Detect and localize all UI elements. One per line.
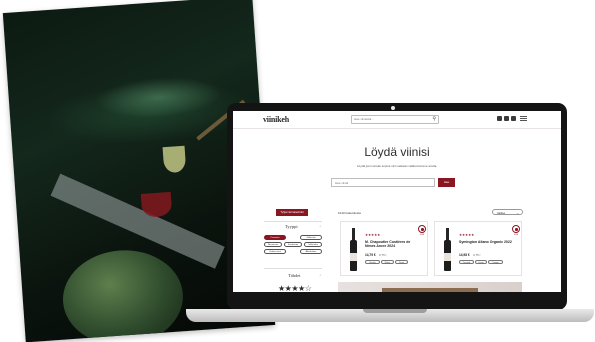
new-badge-icon xyxy=(512,225,520,233)
laptop-base-notch xyxy=(363,309,427,313)
type-filter-title: Tyyppi xyxy=(285,224,298,229)
chevron-down-icon: ⌄ xyxy=(516,211,519,215)
site-logo[interactable]: viinikeh xyxy=(263,115,289,124)
badge-label: UUSI xyxy=(513,234,519,236)
sort-select-label: Valitse xyxy=(497,211,506,215)
wine-bottle-image xyxy=(444,228,451,271)
linkedin-icon[interactable] xyxy=(511,116,516,121)
banner-photo-strip xyxy=(382,288,478,292)
new-badge-icon xyxy=(418,225,426,233)
white-wine-glass-shape xyxy=(162,145,187,174)
wine-bottle-image xyxy=(350,228,357,271)
filter-divider xyxy=(264,268,322,269)
product-price: 14,79 € xyxy=(365,253,376,257)
product-stars: ★★★★★ xyxy=(365,233,381,237)
filter-divider xyxy=(264,221,322,222)
product-tag[interactable]: Portugali xyxy=(459,259,474,264)
search-icon[interactable]: ⚲ xyxy=(432,116,436,123)
chevron-up-icon[interactable]: ⌃ xyxy=(319,274,322,278)
product-tag[interactable]: Syrah xyxy=(395,259,408,264)
product-volume: 0,75 l xyxy=(473,253,481,257)
red-wine-glass-shape xyxy=(140,191,173,218)
type-chip-roseeviini[interactable]: Roseeviini xyxy=(264,242,282,247)
product-card[interactable]: UUSI ★★★★★ M. Chapoutier Costières de Nî… xyxy=(340,221,428,276)
laptop-screen: viinikeh Hae viineistä... ⚲ Löydä viinis… xyxy=(233,111,561,292)
wine-search-input[interactable]: Hae viiniä xyxy=(331,178,435,187)
wine-search-placeholder: Hae viiniä xyxy=(335,181,349,185)
product-price: 14,98 € xyxy=(459,253,470,257)
page-subtitle: Löydä juuri sinulle sopiva viini selkeän… xyxy=(356,164,438,168)
rating-filter-title: Tähdet xyxy=(288,273,301,278)
clear-filters-button[interactable]: Tyhjennä hakuehdot xyxy=(276,209,308,216)
product-tag[interactable]: Douro xyxy=(475,259,487,264)
header-search-input[interactable]: Hae viineistä... ⚲ xyxy=(351,115,439,124)
product-tag[interactable]: Ranska xyxy=(365,259,380,264)
type-chip-vakeva-viini[interactable]: Väkevä viini xyxy=(264,249,286,254)
type-chip-alkoholiton[interactable]: Alkoholiton xyxy=(300,249,322,254)
product-tag[interactable]: Touriga xyxy=(488,259,503,264)
type-chip-valkoviini[interactable]: Valkoviini xyxy=(300,235,322,240)
product-tag[interactable]: Rhône xyxy=(381,259,394,264)
type-chip-kuohuviini[interactable]: Kuohuviini xyxy=(284,242,302,247)
product-card[interactable]: UUSI ★★★★★ Symington Altano Organic 2022… xyxy=(434,221,522,276)
type-chip-punaviini[interactable]: Punaviini xyxy=(264,235,286,240)
chevron-up-icon[interactable]: ⌃ xyxy=(319,225,322,229)
header-search-placeholder: Hae viineistä... xyxy=(354,117,374,121)
type-chip-jalkiruoka[interactable]: Jälkiruoka xyxy=(304,242,322,247)
badge-label: UUSI xyxy=(419,234,425,236)
facebook-icon[interactable] xyxy=(504,116,509,121)
hamburger-menu-icon[interactable] xyxy=(520,116,527,121)
product-stars: ★★★★★ xyxy=(459,233,475,237)
rating-stars[interactable]: ★★★★☆ xyxy=(278,284,312,292)
product-volume: 0,75 l xyxy=(379,253,387,257)
product-name[interactable]: M. Chapoutier Costières de Nîmes Ancre 2… xyxy=(365,240,420,249)
laptop-camera xyxy=(391,106,395,110)
product-name[interactable]: Symington Altano Organic 2022 xyxy=(459,240,514,244)
site-header: viinikeh Hae viineistä... ⚲ xyxy=(233,111,561,129)
pumpkin-shape xyxy=(59,246,187,342)
sort-select[interactable]: Valitse ⌄ xyxy=(492,209,523,215)
promo-banner-image[interactable] xyxy=(338,282,522,292)
instagram-icon[interactable] xyxy=(497,116,502,121)
result-count: 1010 hakutulosta xyxy=(338,211,361,215)
page-title: Löydä viinisi xyxy=(364,145,430,159)
search-button[interactable]: Hae xyxy=(438,178,455,187)
